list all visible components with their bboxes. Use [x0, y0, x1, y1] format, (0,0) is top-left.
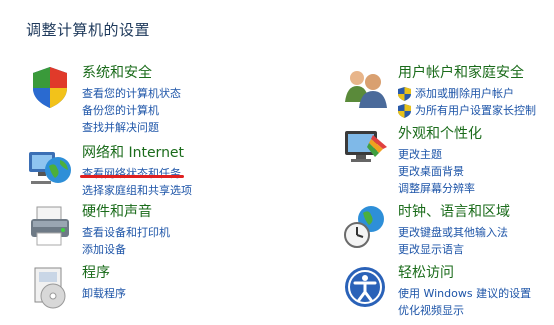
- link-add-remove-accounts-label: 添加或删除用户帐户: [415, 87, 514, 100]
- link-change-theme[interactable]: 更改主题: [398, 146, 482, 163]
- link-desktop-background[interactable]: 更改桌面背景: [398, 163, 482, 180]
- link-change-input-method[interactable]: 更改键盘或其他输入法: [398, 224, 510, 241]
- link-uninstall-program[interactable]: 卸载程序: [82, 285, 126, 302]
- link-parental-controls-label: 为所有用户设置家长控制: [415, 104, 536, 117]
- link-parental-controls[interactable]: 为所有用户设置家长控制: [398, 102, 536, 119]
- link-recommended-settings[interactable]: 使用 Windows 建议的设置: [398, 285, 531, 302]
- red-underline-annotation: [80, 175, 184, 178]
- network-globe-icon[interactable]: [27, 144, 73, 190]
- link-homegroup-sharing[interactable]: 选择家庭组和共享选项: [82, 182, 192, 199]
- ease-of-access-icon[interactable]: [343, 264, 389, 310]
- programs-title[interactable]: 程序: [82, 264, 126, 285]
- link-optimize-display[interactable]: 优化视频显示: [398, 302, 531, 319]
- link-troubleshoot[interactable]: 查找并解决问题: [82, 119, 181, 136]
- ease-of-access-title[interactable]: 轻松访问: [398, 264, 531, 285]
- user-accounts-title[interactable]: 用户帐户和家庭安全: [398, 64, 536, 85]
- link-devices-printers[interactable]: 查看设备和打印机: [82, 224, 170, 241]
- programs-icon[interactable]: [27, 264, 73, 310]
- link-add-device[interactable]: 添加设备: [82, 241, 170, 258]
- system-security-title[interactable]: 系统和安全: [82, 64, 181, 85]
- shield-flag-icon[interactable]: [27, 64, 73, 110]
- link-network-status[interactable]: 查看网络状态和任务: [82, 165, 192, 182]
- uac-shield-icon: [398, 87, 411, 101]
- link-screen-resolution[interactable]: 调整屏幕分辨率: [398, 180, 482, 197]
- page-title: 调整计算机的设置: [26, 21, 151, 39]
- network-internet-title[interactable]: 网络和 Internet: [82, 144, 192, 165]
- users-icon[interactable]: [343, 64, 389, 110]
- link-backup-computer[interactable]: 备份您的计算机: [82, 102, 181, 119]
- monitor-palette-icon[interactable]: [343, 125, 389, 171]
- link-view-computer-status[interactable]: 查看您的计算机状态: [82, 85, 181, 102]
- appearance-title[interactable]: 外观和个性化: [398, 125, 482, 146]
- hardware-sound-title[interactable]: 硬件和声音: [82, 203, 170, 224]
- clock-globe-icon[interactable]: [343, 203, 389, 249]
- uac-shield-icon: [398, 104, 411, 118]
- link-add-remove-accounts[interactable]: 添加或删除用户帐户: [398, 85, 536, 102]
- clock-language-title[interactable]: 时钟、语言和区域: [398, 203, 510, 224]
- printer-icon[interactable]: [27, 203, 73, 249]
- link-change-display-language[interactable]: 更改显示语言: [398, 241, 510, 258]
